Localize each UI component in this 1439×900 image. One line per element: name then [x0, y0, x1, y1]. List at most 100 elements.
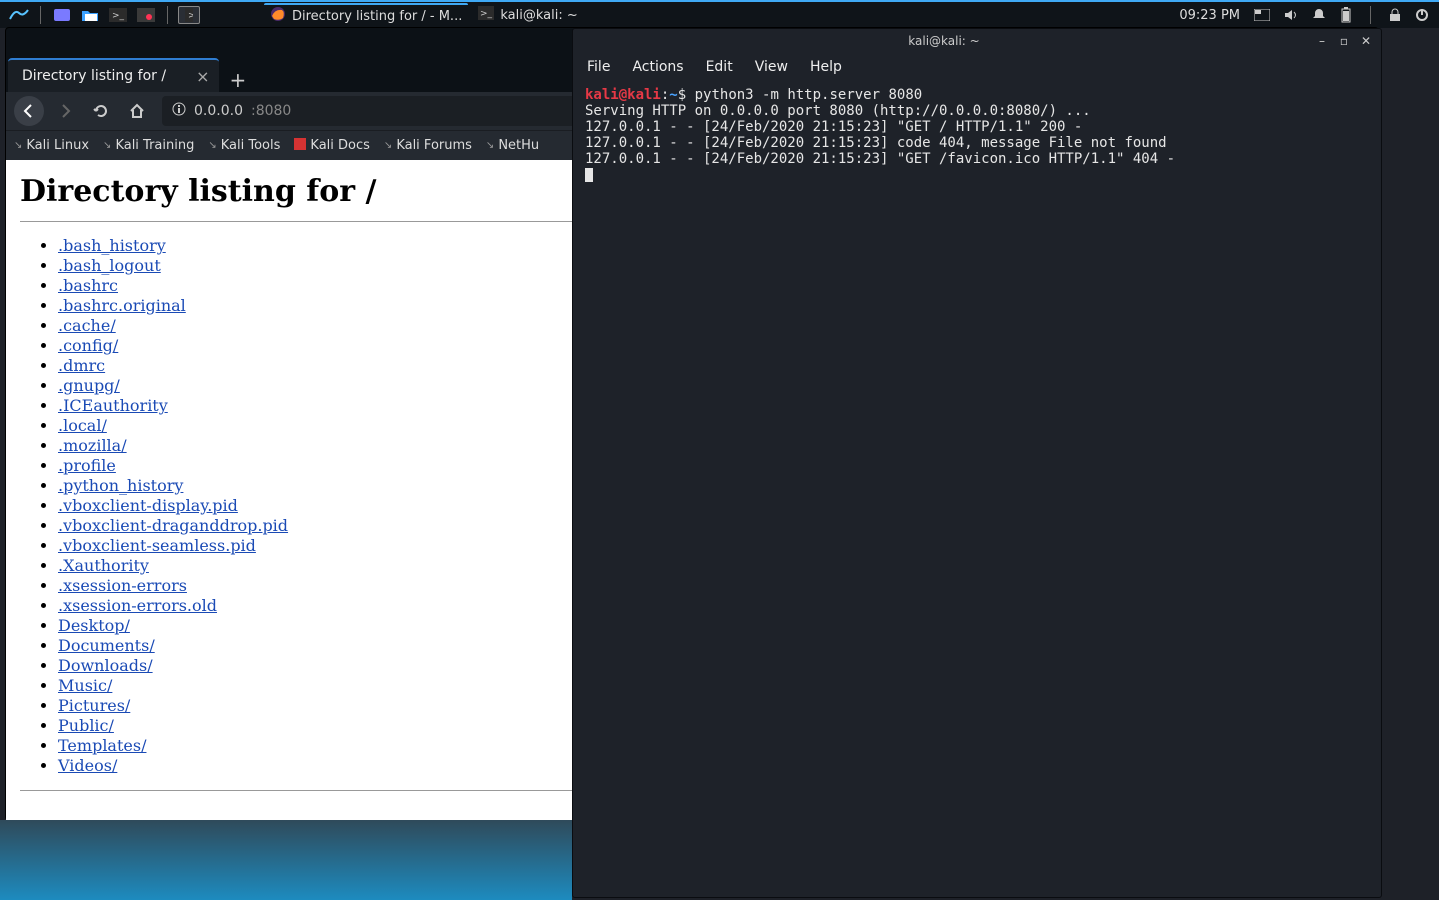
taskbar-terminal-label: kali@kali: ~: [500, 8, 577, 23]
cursor: [585, 168, 593, 182]
desktop-background-strip: [0, 820, 572, 900]
taskbar-terminal-thumb[interactable]: >_: [178, 6, 200, 24]
file-link[interactable]: Desktop/: [58, 616, 130, 635]
file-link[interactable]: .python_history: [58, 476, 183, 495]
terminal-icon: >_: [478, 6, 494, 24]
file-link[interactable]: Documents/: [58, 636, 155, 655]
bookmark-item[interactable]: ↘ NetHu: [486, 138, 539, 153]
file-link[interactable]: .Xauthority: [58, 556, 149, 575]
separator: [167, 6, 168, 24]
bookmark-item[interactable]: ↘ Kali Training: [103, 138, 194, 153]
file-link[interactable]: .xsession-errors.old: [58, 596, 217, 615]
prompt-path: ~: [669, 87, 677, 103]
bookmark-label: Kali Tools: [221, 138, 281, 153]
bookmark-item[interactable]: ↘ Kali Forums: [384, 138, 472, 153]
bookmark-label: Kali Forums: [396, 138, 472, 153]
close-button[interactable]: ✕: [1359, 34, 1373, 48]
file-link[interactable]: Templates/: [58, 736, 146, 755]
bookmark-label: Kali Training: [115, 138, 194, 153]
bookmark-icon: ↘: [486, 140, 494, 151]
file-link[interactable]: .xsession-errors: [58, 576, 187, 595]
terminal-output[interactable]: kali@kali:~$ python3 -m http.server 8080…: [573, 81, 1381, 190]
desktop-top-panel: >_ >_ Directory listing for / - M... >_ …: [0, 0, 1439, 28]
kali-docs-icon: [294, 138, 306, 153]
bookmark-label: NetHu: [498, 138, 539, 153]
site-info-icon[interactable]: [172, 102, 186, 120]
url-host: 0.0.0.0: [194, 103, 243, 119]
menu-edit[interactable]: Edit: [706, 59, 733, 75]
file-link[interactable]: .config/: [58, 336, 118, 355]
forward-button[interactable]: [50, 96, 80, 126]
terminal-menubar: File Actions Edit View Help: [573, 53, 1381, 81]
taskbar-firefox-label: Directory listing for / - M...: [292, 9, 462, 24]
taskbar-terminal[interactable]: >_ kali@kali: ~: [472, 3, 583, 27]
clock[interactable]: 09:23 PM: [1179, 8, 1240, 23]
volume-icon[interactable]: [1284, 8, 1298, 22]
tab-label: Directory listing for /: [22, 68, 166, 84]
power-icon[interactable]: [1415, 8, 1429, 22]
home-button[interactable]: [122, 96, 152, 126]
separator: [40, 6, 41, 24]
minimize-button[interactable]: –: [1315, 34, 1329, 48]
file-link[interactable]: .dmrc: [58, 356, 105, 375]
bookmark-icon: ↘: [384, 140, 392, 151]
svg-text:>_: >_: [112, 11, 125, 21]
file-link[interactable]: Public/: [58, 716, 114, 735]
url-port: :8080: [251, 103, 291, 119]
file-link[interactable]: .bashrc.original: [58, 296, 186, 315]
file-link[interactable]: .local/: [58, 416, 107, 435]
file-link[interactable]: Videos/: [58, 756, 117, 775]
file-link[interactable]: .bashrc: [58, 276, 118, 295]
file-link[interactable]: .bash_history: [58, 236, 166, 255]
bookmark-label: Kali Linux: [26, 138, 89, 153]
menu-actions[interactable]: Actions: [632, 59, 683, 75]
terminal-title: kali@kali: ~: [573, 34, 1315, 48]
menu-help[interactable]: Help: [810, 59, 842, 75]
bookmark-icon: ↘: [14, 140, 22, 151]
launcher-icons: >_ >_: [8, 6, 200, 24]
terminal-titlebar[interactable]: kali@kali: ~ – ▫ ✕: [573, 29, 1381, 53]
file-link[interactable]: .gnupg/: [58, 376, 120, 395]
back-button[interactable]: [14, 96, 44, 126]
bookmark-icon: ↘: [208, 140, 216, 151]
file-link[interactable]: .mozilla/: [58, 436, 127, 455]
bookmark-icon: ↘: [103, 140, 111, 151]
file-link[interactable]: .vboxclient-draganddrop.pid: [58, 516, 288, 535]
tab-close-icon[interactable]: ×: [196, 67, 209, 86]
file-link[interactable]: .profile: [58, 456, 116, 475]
new-tab-button[interactable]: +: [219, 68, 256, 92]
separator: [1370, 6, 1371, 24]
terminal-launcher-icon[interactable]: >_: [107, 6, 129, 24]
svg-text:>_: >_: [188, 11, 193, 21]
file-link[interactable]: .ICEauthority: [58, 396, 168, 415]
battery-icon[interactable]: [1340, 7, 1352, 23]
file-link[interactable]: Downloads/: [58, 656, 153, 675]
file-link[interactable]: Pictures/: [58, 696, 130, 715]
menu-view[interactable]: View: [755, 59, 788, 75]
lock-icon[interactable]: [1389, 8, 1401, 22]
menu-file[interactable]: File: [587, 59, 610, 75]
prompt-user: kali@kali: [585, 87, 661, 103]
maximize-button[interactable]: ▫: [1337, 34, 1351, 48]
tab-active[interactable]: Directory listing for / ×: [8, 58, 219, 92]
show-desktop-icon[interactable]: [51, 6, 73, 24]
reload-button[interactable]: [86, 96, 116, 126]
prompt-sym: $: [678, 87, 686, 103]
bookmark-item[interactable]: ↘ Kali Linux: [14, 138, 89, 153]
firefox-icon: [270, 6, 286, 26]
bookmark-item[interactable]: ↘ Kali Tools: [208, 138, 280, 153]
cherrytree-icon[interactable]: [135, 6, 157, 24]
kali-menu-icon[interactable]: [8, 6, 30, 24]
bookmark-item[interactable]: Kali Docs: [294, 138, 370, 153]
taskbar-firefox[interactable]: Directory listing for / - M...: [264, 3, 468, 27]
file-link[interactable]: .bash_logout: [58, 256, 161, 275]
file-link[interactable]: .vboxclient-seamless.pid: [58, 536, 256, 555]
files-icon[interactable]: [79, 6, 101, 24]
svg-text:>_: >_: [480, 9, 493, 19]
file-link[interactable]: Music/: [58, 676, 112, 695]
workspace-switcher-icon[interactable]: [1254, 9, 1270, 21]
bookmark-label: Kali Docs: [310, 138, 370, 153]
notifications-icon[interactable]: [1312, 8, 1326, 22]
file-link[interactable]: .cache/: [58, 316, 116, 335]
file-link[interactable]: .vboxclient-display.pid: [58, 496, 238, 515]
